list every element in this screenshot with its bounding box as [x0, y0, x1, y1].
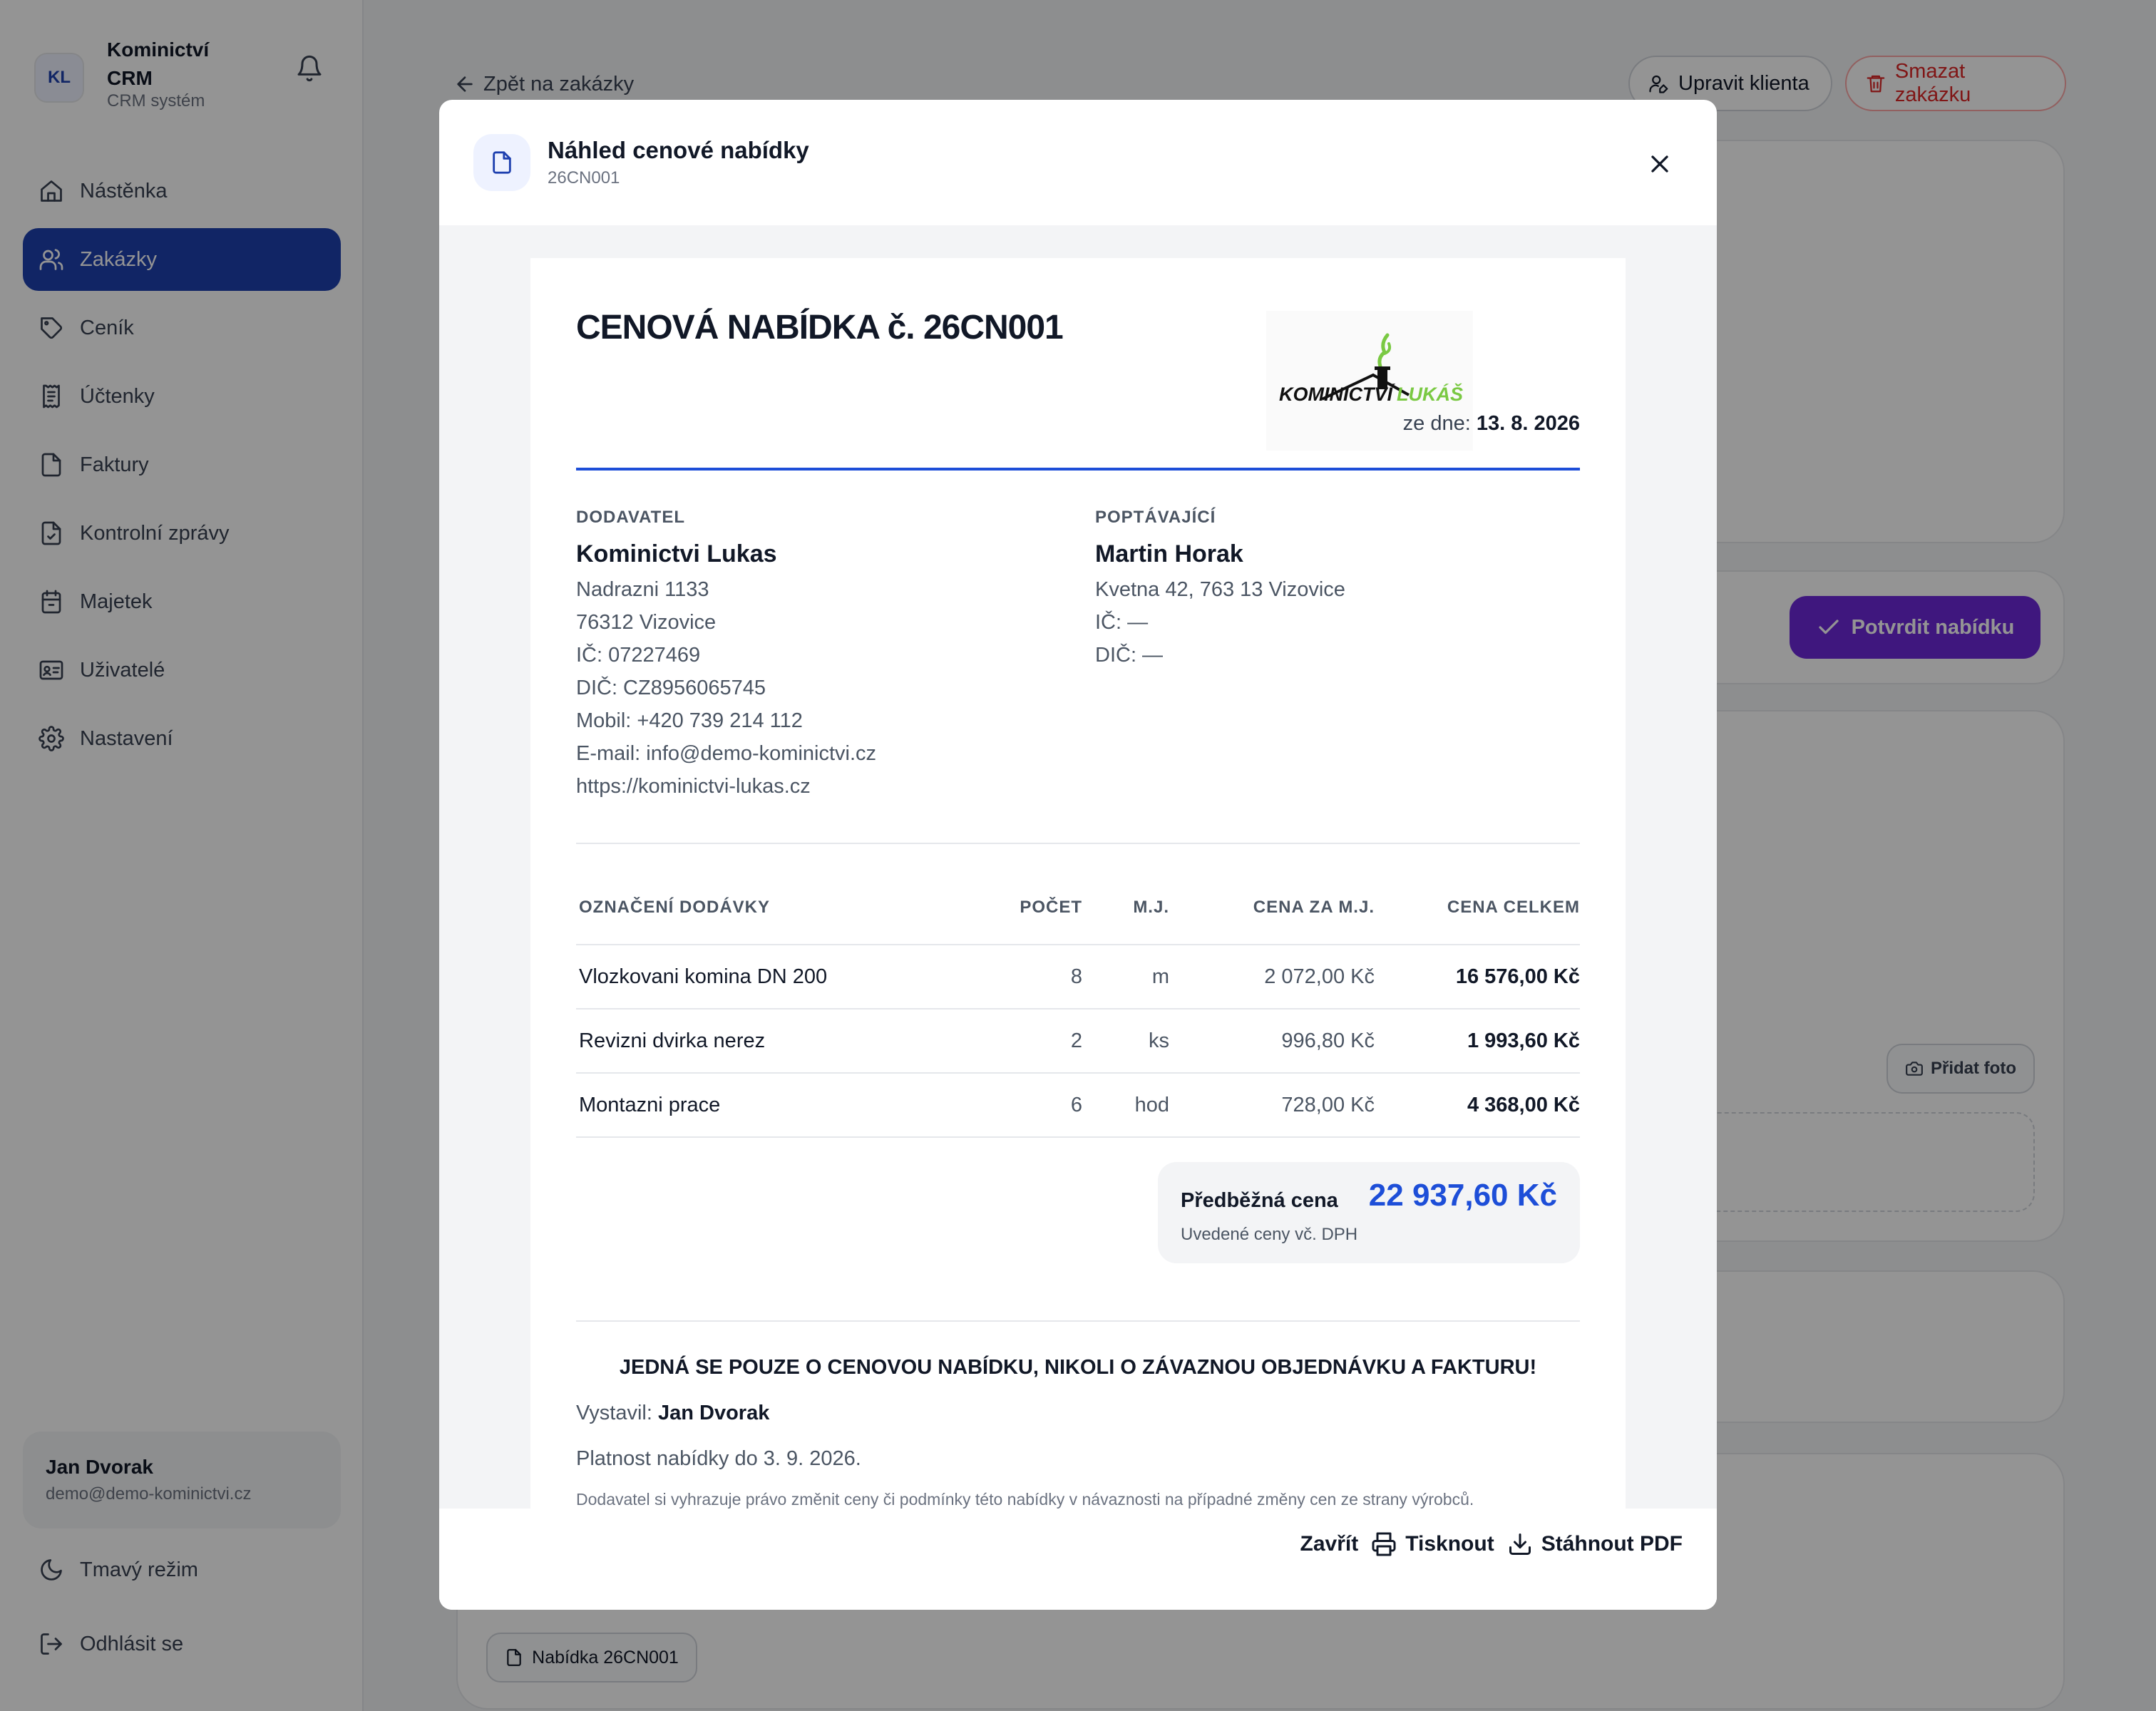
offer-validity: Platnost nabídky do 3. 9. 2026. — [576, 1447, 861, 1470]
total-label: Předběžná cena — [1181, 1189, 1338, 1212]
download-pdf-button[interactable]: Stáhnout PDF — [1507, 1531, 1683, 1557]
modal-body[interactable]: CENOVÁ NABÍDKA č. 26CN001 KOMINICTVÍ LUK… — [439, 225, 1717, 1607]
supplier-block: DODAVATEL Kominictvi Lukas Nadrazni 1133… — [576, 508, 1075, 798]
print-button-label: Tisknout — [1405, 1532, 1494, 1556]
offer-document: CENOVÁ NABÍDKA č. 26CN001 KOMINICTVÍ LUK… — [530, 258, 1626, 1570]
item-unit: m — [1151, 965, 1169, 988]
document-icon — [473, 134, 530, 191]
supplier-label: DODAVATEL — [576, 508, 685, 527]
print-button[interactable]: Tisknout — [1371, 1531, 1494, 1557]
items-table-header: OZNAČENÍ DODÁVKY POČET M.J. CENA ZA M.J.… — [576, 871, 1580, 945]
close-button-label: Zavřít — [1300, 1532, 1359, 1556]
document-date: ze dne: 13. 8. 2026 — [1403, 412, 1580, 436]
offer-disclaimer: Dodavatel si vyhrazuje právo změnit ceny… — [576, 1490, 1474, 1509]
parties-divider — [576, 843, 1580, 844]
supplier-address: Nadrazni 1133 — [576, 578, 709, 601]
total-summary: Předběžná cena 22 937,60 Kč Uvedené ceny… — [1158, 1162, 1580, 1263]
item-price: 728,00 Kč — [1281, 1093, 1375, 1116]
col-qty-header: POČET — [1020, 898, 1082, 917]
download-icon — [1509, 1533, 1531, 1555]
col-price-header: CENA ZA M.J. — [1253, 898, 1375, 917]
item-total: 4 368,00 Kč — [1467, 1093, 1580, 1116]
client-block: POPTÁVAJÍCÍ Martin Horak Kvetna 42, 763 … — [1095, 508, 1594, 667]
items-table: OZNAČENÍ DODÁVKY POČET M.J. CENA ZA M.J.… — [576, 871, 1580, 1138]
modal-footer-actions: Zavřít Tisknout Stáhnout PDF — [1288, 1509, 1683, 1580]
modal-title: Náhled cenové nabídky — [548, 137, 809, 163]
item-price: 2 072,00 Kč — [1264, 965, 1375, 988]
item-name: Revizni dvirka nerez — [579, 1029, 766, 1052]
offer-preview-modal: Náhled cenové nabídky 26CN001 CENOVÁ NAB… — [439, 100, 1717, 1610]
download-pdf-label: Stáhnout PDF — [1541, 1532, 1683, 1556]
item-total: 16 576,00 Kč — [1455, 965, 1580, 988]
date-label: ze dne: — [1402, 412, 1471, 435]
client-address: Kvetna 42, 763 13 Vizovice — [1095, 578, 1345, 601]
supplier-ic: IČ: 07227469 — [576, 644, 701, 667]
col-name-header: OZNAČENÍ DODÁVKY — [579, 898, 771, 917]
header-divider — [576, 468, 1580, 471]
item-qty: 6 — [1070, 1093, 1082, 1116]
item-price: 996,80 Kč — [1281, 1029, 1375, 1052]
item-qty: 2 — [1070, 1029, 1082, 1052]
supplier-dic: DIČ: CZ8956065745 — [576, 677, 766, 699]
supplier-name: Kominictvi Lukas — [576, 540, 777, 567]
issued-by-label: Vystavil: — [576, 1402, 652, 1424]
supplier-email: E-mail: info@demo-kominictvi.cz — [576, 742, 877, 765]
modal-subtitle: 26CN001 — [548, 168, 620, 187]
item-name: Vlozkovani komina DN 200 — [579, 965, 828, 988]
client-name: Martin Horak — [1095, 540, 1243, 567]
issued-by-name: Jan Dvorak — [657, 1402, 770, 1424]
modal-footer: Zavřít Tisknout Stáhnout PDF — [439, 1509, 1717, 1610]
supplier-web: https://kominictvi-lukas.cz — [576, 775, 811, 798]
supplier-phone: Mobil: +420 739 214 112 — [576, 709, 803, 732]
modal-header: Náhled cenové nabídky 26CN001 — [439, 100, 1717, 225]
col-unit-header: M.J. — [1133, 898, 1169, 917]
document-title: CENOVÁ NABÍDKA č. 26CN001 — [576, 309, 1064, 346]
printer-icon — [1372, 1532, 1396, 1556]
close-button[interactable]: Zavřít — [1300, 1532, 1359, 1556]
item-name: Montazni prace — [579, 1093, 721, 1116]
issued-by: Vystavil: Jan Dvorak — [576, 1402, 769, 1425]
table-row: Vlozkovani komina DN 200 8 m 2 072,00 Kč… — [576, 945, 1580, 1009]
total-vat-note: Uvedené ceny vč. DPH — [1181, 1225, 1358, 1244]
logo-text-primary: KOMINICTVÍ — [1279, 383, 1395, 405]
client-label: POPTÁVAJÍCÍ — [1095, 508, 1216, 527]
table-row: Montazni prace 6 hod 728,00 Kč 4 368,00 … — [576, 1074, 1580, 1138]
table-row: Revizni dvirka nerez 2 ks 996,80 Kč 1 99… — [576, 1009, 1580, 1074]
item-total: 1 993,60 Kč — [1467, 1029, 1580, 1052]
supplier-city: 76312 Vizovice — [576, 611, 717, 634]
footer-divider — [576, 1320, 1580, 1322]
item-unit: hod — [1134, 1093, 1169, 1116]
client-ic: IČ: — — [1095, 611, 1149, 634]
item-unit: ks — [1149, 1029, 1169, 1052]
offer-notice: JEDNÁ SE POUZE O CENOVOU NABÍDKU, NIKOLI… — [619, 1356, 1537, 1379]
date-value: 13. 8. 2026 — [1476, 412, 1580, 435]
client-dic: DIČ: — — [1095, 644, 1164, 667]
total-value: 22 937,60 Kč — [1368, 1178, 1557, 1213]
logo-text-accent: LUKÁŠ — [1397, 383, 1463, 405]
close-icon[interactable] — [1641, 145, 1678, 183]
col-total-header: CENA CELKEM — [1447, 898, 1580, 917]
item-qty: 8 — [1070, 965, 1082, 988]
